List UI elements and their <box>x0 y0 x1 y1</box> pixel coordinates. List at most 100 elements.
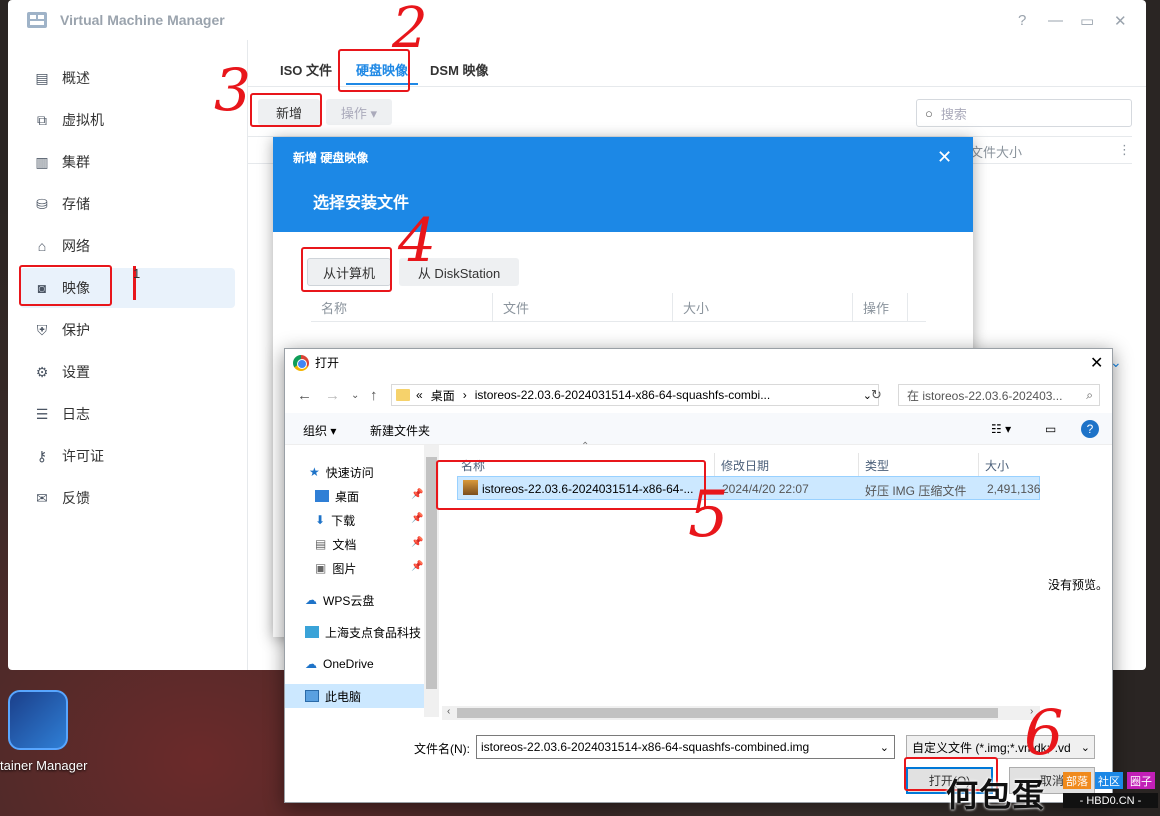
new-folder-button[interactable]: 新建文件夹 <box>370 422 430 439</box>
file-hscrollbar-thumb[interactable] <box>457 708 998 718</box>
pin-icon: 📌 <box>411 489 424 500</box>
overview-icon: ▤ <box>35 69 49 86</box>
tree-label: 图片 <box>332 561 357 576</box>
address-crumb-folder[interactable]: istoreos-22.03.6-2024031514-x86-64-squas… <box>475 388 771 402</box>
watermark-url: - HBD0.CN - <box>1063 793 1158 808</box>
forward-arrow-icon[interactable]: → <box>325 387 340 404</box>
annotation-number-2: 2 <box>392 0 428 61</box>
tree-item-quick-access[interactable]: ★ 快速访问 <box>309 461 374 483</box>
sidebar-item-network[interactable]: ⌂ 网络 <box>20 226 235 266</box>
tree-label: 下载 <box>331 513 356 528</box>
key-icon: ⚷ <box>36 447 48 464</box>
filename-input[interactable]: istoreos-22.03.6-2024031514-x86-64-squas… <box>476 735 895 759</box>
modal-step-title: 选择安装文件 <box>313 195 410 212</box>
sidebar-item-feedback[interactable]: ✉ 反馈 <box>20 478 235 518</box>
back-arrow-icon[interactable]: ← <box>297 387 312 404</box>
col-header-date[interactable]: 修改日期 <box>715 453 859 477</box>
refresh-icon[interactable]: ↻ <box>871 387 882 403</box>
modal-col-action: 操作 <box>853 293 908 321</box>
tree-item-this-pc[interactable]: 此电脑 <box>305 685 361 707</box>
tab-iso[interactable]: ISO 文件 <box>270 56 342 85</box>
network-icon: ⌂ <box>37 238 47 254</box>
sidebar-item-overview[interactable]: ▤ 概述 <box>20 58 235 98</box>
sidebar-item-settings[interactable]: ⚙ 设置 <box>20 352 235 392</box>
tree-item-desktop[interactable]: 桌面 <box>315 485 359 507</box>
storage-icon: ⛁ <box>36 195 48 212</box>
tree-label: 桌面 <box>335 489 360 504</box>
container-manager-icon[interactable] <box>8 690 68 750</box>
sidebar-item-vm[interactable]: ⧉ 虚拟机 <box>20 100 235 140</box>
search-input[interactable]: ○ 搜索 <box>916 99 1132 127</box>
annotation-number-1: 1 <box>133 266 140 300</box>
sidebar-item-protection[interactable]: ⛨ 保护 <box>20 310 235 350</box>
column-menu-icon[interactable]: ⋮ <box>1118 142 1131 158</box>
log-icon: ☰ <box>35 405 49 422</box>
help-icon[interactable]: ? <box>1081 420 1099 438</box>
sidebar-item-label: 设置 <box>62 364 90 380</box>
dialog-nav-bar: ← → ⌄ ↑ « 桌面 › istoreos-22.03.6-20240315… <box>285 379 1112 411</box>
address-bar[interactable]: « 桌面 › istoreos-22.03.6-2024031514-x86-6… <box>391 384 879 406</box>
modal-close-icon[interactable]: ✕ <box>937 147 952 168</box>
pin-icon: 📌 <box>411 513 424 524</box>
tab-dsm-image[interactable]: DSM 映像 <box>420 56 499 85</box>
preview-pane-icon[interactable]: ▭ <box>1045 422 1056 436</box>
sidebar-item-cluster[interactable]: ▥ 集群 <box>20 142 235 182</box>
no-preview-text: 没有预览。 <box>1048 578 1109 592</box>
filetype-dropdown-icon: ⌄ <box>1080 740 1090 754</box>
modal-col-size: 大小 <box>673 293 853 321</box>
view-options-icon[interactable]: ☷ ▾ <box>991 422 1011 436</box>
sidebar-item-log[interactable]: ☰ 日志 <box>20 394 235 434</box>
close-button[interactable]: ✕ <box>1114 12 1127 30</box>
recent-dropdown-icon[interactable]: ⌄ <box>351 390 359 401</box>
sort-indicator-icon: ⌃ <box>581 441 590 452</box>
file-type: 好压 IMG 压缩文件 <box>865 484 967 498</box>
tree-label: 此电脑 <box>325 689 362 704</box>
modal-file-table-header: 名称 文件 大小 操作 <box>311 293 926 322</box>
sidebar-item-label: 虚拟机 <box>62 112 104 128</box>
maximize-button[interactable]: ▭ <box>1080 12 1094 30</box>
annotation-number-5: 5 <box>688 478 729 552</box>
file-date: 2024/4/20 22:07 <box>722 482 809 496</box>
organize-button[interactable]: 组织 ▾ <box>303 422 336 439</box>
modal-col-name: 名称 <box>311 293 493 321</box>
col-file-size: 文件大小 <box>970 145 1023 160</box>
tree-item-documents[interactable]: ▤ 文档 <box>315 533 356 555</box>
annotation-box-4 <box>301 247 392 292</box>
tree-item-download[interactable]: ⬇ 下载 <box>315 509 355 531</box>
sidebar-item-label: 日志 <box>62 406 90 422</box>
action-button[interactable]: 操作 ▾ <box>326 99 392 125</box>
watermark-badge: 圈子 <box>1127 772 1155 789</box>
download-icon: ⬇ <box>315 513 326 527</box>
sidebar-item-label: 存储 <box>62 196 90 212</box>
annotation-box-3 <box>250 93 322 127</box>
folder-icon <box>396 389 410 401</box>
dialog-search-input[interactable]: 在 istoreos-22.03.6-202403... ⌕ <box>898 384 1100 406</box>
sidebar-item-storage[interactable]: ⛁ 存储 <box>20 184 235 224</box>
tree-item-pictures[interactable]: ▣ 图片 <box>315 557 356 579</box>
filename-dropdown-icon[interactable]: ⌄ <box>879 740 889 754</box>
scroll-left-icon[interactable]: ‹ <box>447 706 450 717</box>
navigation-pane: ★ 快速访问 桌面 ⬇ 下载 ▤ 文档 ▣ 图片 📌 📌 📌 📌 ☁ WPS云盘 上海支点… <box>285 445 439 715</box>
tree-item-company[interactable]: 上海支点食品科技 <box>305 621 421 643</box>
dialog-close-icon[interactable]: ✕ <box>1090 353 1103 373</box>
picture-icon: ▣ <box>315 561 327 575</box>
open-file-dialog: 打开 ✕ ← → ⌄ ↑ « 桌面 › istoreos-22.03.6-202… <box>284 348 1113 803</box>
tree-item-onedrive[interactable]: ☁ OneDrive <box>305 653 374 675</box>
address-separator: › <box>462 388 467 402</box>
up-arrow-icon[interactable]: ↑ <box>370 387 378 404</box>
watermark-badge: 部落 <box>1063 772 1091 789</box>
annotation-box-1 <box>19 265 112 306</box>
sidebar-item-label: 概述 <box>62 70 90 86</box>
modal-title: 新增 硬盘映像 <box>293 151 369 165</box>
filetype-select[interactable]: 自定义文件 (*.img;*.vmdk;*.vd ⌄ <box>906 735 1095 759</box>
cloud-icon: ☁ <box>305 593 317 607</box>
document-icon: ▤ <box>315 537 327 551</box>
help-button[interactable]: ? <box>1018 12 1026 29</box>
minimize-button[interactable]: — <box>1048 12 1063 29</box>
sidebar-item-license[interactable]: ⚷ 许可证 <box>20 436 235 476</box>
col-header-type[interactable]: 类型 <box>859 453 979 477</box>
tree-item-wps-cloud[interactable]: ☁ WPS云盘 <box>305 589 374 611</box>
annotation-number-4: 4 <box>398 206 437 276</box>
col-header-size[interactable]: 大小 <box>979 453 1040 477</box>
address-crumb-desktop[interactable]: 桌面 <box>431 387 455 404</box>
